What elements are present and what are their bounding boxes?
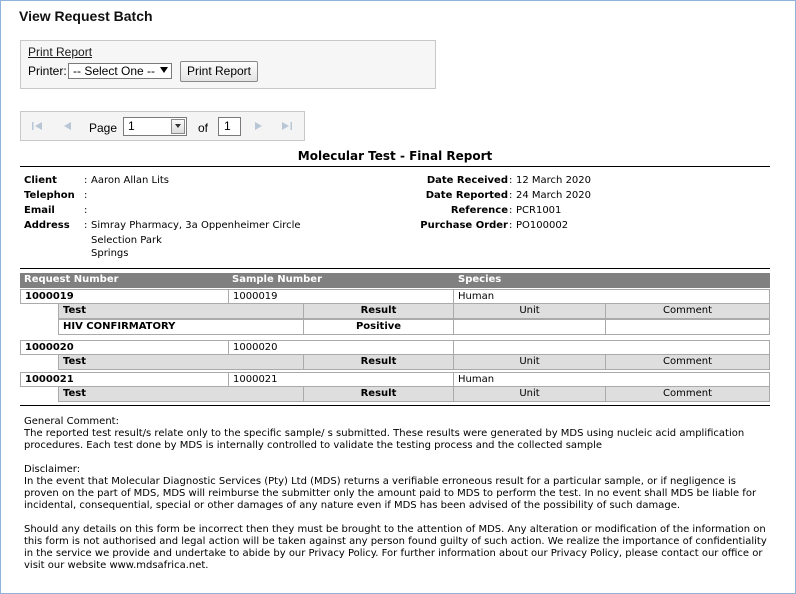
client-label: Client <box>24 175 57 186</box>
first-page-icon[interactable] <box>31 121 43 131</box>
subheader-unit: Unit <box>453 304 605 318</box>
telephon-label: Telephon <box>24 190 75 201</box>
header-request-number: Request Number <box>24 274 119 285</box>
date-reported-colon: : <box>509 190 513 201</box>
reference-colon: : <box>509 205 513 216</box>
page-number-value: 1 <box>128 119 135 133</box>
disclaimer-text: In the event that Molecular Diagnostic S… <box>24 476 757 511</box>
dropdown-arrow-icon <box>160 67 168 73</box>
date-received-value: 12 March 2020 <box>516 175 592 186</box>
header-sample-number: Sample Number <box>232 274 322 285</box>
date-received-label: Date Received <box>426 175 508 186</box>
results-table: Request Number Sample Number Species 100… <box>20 273 770 403</box>
print-report-button[interactable]: Print Report <box>180 61 258 82</box>
next-page-icon[interactable] <box>253 121 265 131</box>
subheader-comment: Comment <box>605 304 769 318</box>
request-number: 1000020 <box>25 342 74 353</box>
email-label: Email <box>24 205 55 216</box>
print-report-link[interactable]: Print Report <box>28 45 92 59</box>
info-rule <box>20 268 770 269</box>
printer-label: Printer: <box>28 64 67 78</box>
sample-number: 1000020 <box>228 341 455 355</box>
address-line: Selection Park <box>91 235 162 246</box>
test-subheader: Test Result Unit Comment <box>58 386 770 402</box>
address-line: Simray Pharmacy, 3a Oppenheimer Circle <box>91 220 301 231</box>
test-name: HIV CONFIRMATORY <box>63 321 176 332</box>
reference-value: PCR1001 <box>516 205 562 216</box>
title-rule <box>20 166 770 167</box>
request-row: 1000021 1000021 Human <box>20 372 770 387</box>
test-result: Positive <box>303 320 453 334</box>
test-subheader: Test Result Unit Comment <box>58 354 770 370</box>
subheader-comment: Comment <box>605 355 769 369</box>
general-comment-text: The reported test result/s relate only t… <box>24 428 745 451</box>
address-line: Springs <box>91 248 129 259</box>
last-page-icon[interactable] <box>281 121 293 131</box>
purchase-order-value: PO100002 <box>516 220 569 231</box>
page-label: Page <box>89 121 118 135</box>
request-row: 1000019 1000019 Human <box>20 289 770 304</box>
test-subheader: Test Result Unit Comment <box>58 303 770 319</box>
species: Human <box>453 373 771 387</box>
report-pager: Page 1 of 1 <box>20 111 305 141</box>
subheader-result: Result <box>303 355 453 369</box>
subheader-unit: Unit <box>453 387 605 401</box>
print-panel: Print Report Printer: -- Select One -- P… <box>20 40 436 89</box>
printer-select-value: -- Select One -- <box>73 64 156 78</box>
request-number: 1000019 <box>25 291 74 302</box>
general-comment-heading: General Comment: <box>24 416 119 427</box>
client-value: Aaron Allan Lits <box>91 175 170 186</box>
subheader-unit: Unit <box>453 355 605 369</box>
sample-number: 1000021 <box>228 373 455 387</box>
disclaimer-heading: Disclaimer: <box>24 464 81 475</box>
chevron-down-icon[interactable] <box>171 119 185 134</box>
date-received-colon: : <box>509 175 513 186</box>
date-reported-value: 24 March 2020 <box>516 190 592 201</box>
prev-page-icon[interactable] <box>61 121 73 131</box>
address-colon: : <box>84 220 88 231</box>
species <box>453 341 771 355</box>
purchase-order-colon: : <box>509 220 513 231</box>
request-number: 1000021 <box>25 374 74 385</box>
page-number-select[interactable]: 1 <box>123 117 187 136</box>
report-title: Molecular Test - Final Report <box>297 149 493 163</box>
subheader-test: Test <box>63 356 87 367</box>
email-colon: : <box>84 205 88 216</box>
of-label: of <box>198 121 209 135</box>
reference-label: Reference <box>450 205 508 216</box>
printer-select[interactable]: -- Select One -- <box>68 63 172 79</box>
test-comment <box>605 320 769 334</box>
sample-number: 1000019 <box>228 290 455 304</box>
client-colon: : <box>84 175 88 186</box>
purchase-order-label: Purchase Order <box>420 220 508 231</box>
test-row: HIV CONFIRMATORY Positive <box>58 319 770 335</box>
subheader-result: Result <box>303 304 453 318</box>
footer-note: Should any details on this form be incor… <box>24 524 767 571</box>
page-title: View Request Batch <box>19 8 153 24</box>
request-row: 1000020 1000020 <box>20 340 770 355</box>
subheader-comment: Comment <box>605 387 769 401</box>
test-unit <box>453 320 605 334</box>
table-rule <box>20 405 770 406</box>
subheader-test: Test <box>63 305 87 316</box>
species: Human <box>453 290 771 304</box>
address-label: Address <box>24 220 70 231</box>
subheader-result: Result <box>303 387 453 401</box>
table-header: Request Number Sample Number Species <box>20 273 770 288</box>
date-reported-label: Date Reported <box>425 190 508 201</box>
header-species: Species <box>458 274 502 285</box>
subheader-test: Test <box>63 388 87 399</box>
total-pages: 1 <box>218 117 241 136</box>
telephon-colon: : <box>84 190 88 201</box>
